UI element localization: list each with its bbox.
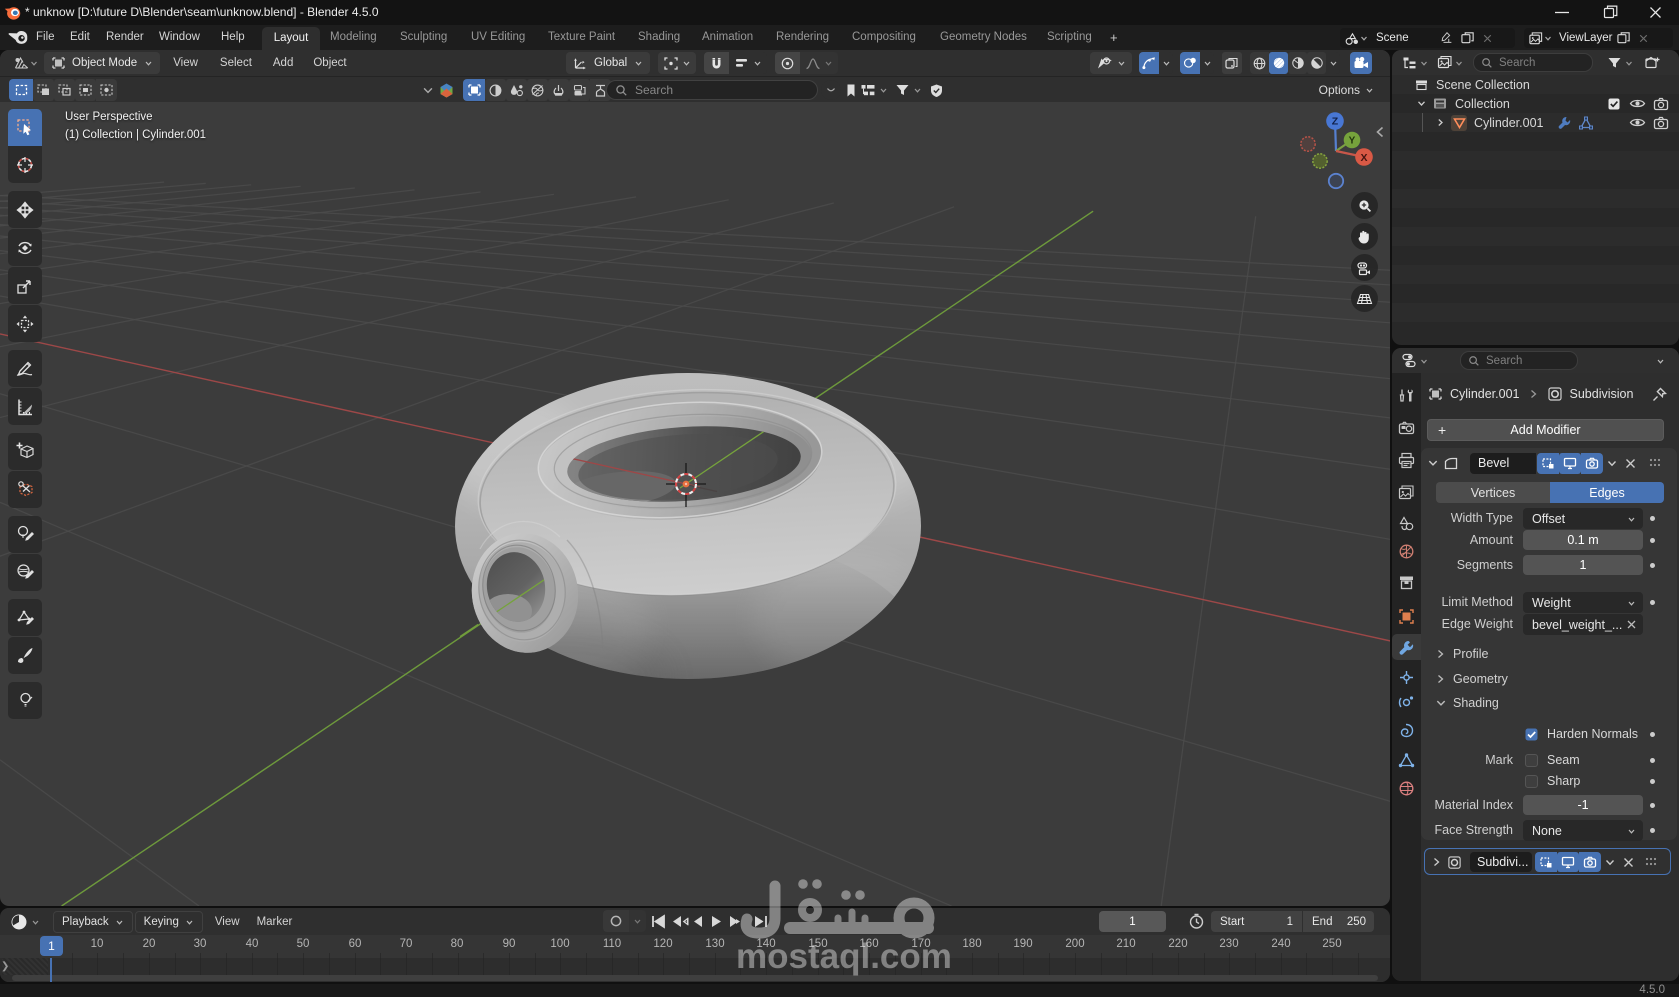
svg-text:Y: Y: [1349, 136, 1356, 147]
svg-text:X: X: [1360, 152, 1367, 164]
svg-text:mostaql.com: mostaql.com: [736, 937, 952, 976]
svg-text:Z: Z: [1332, 116, 1339, 128]
